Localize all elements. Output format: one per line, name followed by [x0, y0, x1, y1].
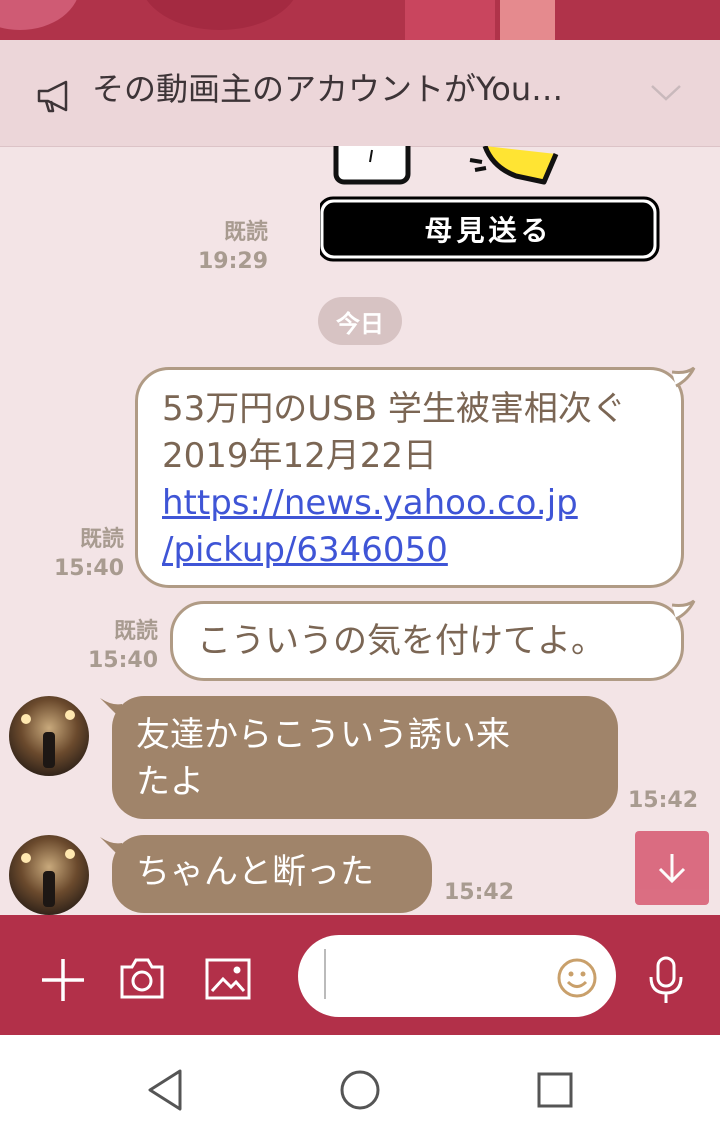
message-text: 53万円のUSB 学生被害相次ぐ 2019年12月22日 — [162, 389, 626, 476]
message-meta: 既読 15:40 — [86, 617, 158, 675]
megaphone-icon — [37, 80, 68, 113]
incoming-message-bubble[interactable]: ちゃんと断った — [112, 835, 432, 913]
header-background — [0, 0, 720, 40]
outgoing-message-bubble[interactable]: 53万円のUSB 学生被害相次ぐ 2019年12月22日 https://new… — [135, 367, 684, 588]
link-line-2[interactable]: /pickup/6346050 — [162, 527, 662, 574]
camera-icon[interactable] — [118, 955, 166, 1001]
message-text: ちゃんと断った — [136, 852, 374, 892]
avatar[interactable] — [9, 696, 89, 776]
scroll-to-bottom-button[interactable] — [635, 831, 709, 905]
incoming-message-bubble[interactable]: 友達からこういう誘い来 たよ — [112, 696, 618, 819]
outgoing-message-bubble[interactable]: こういうの気を付けてよ。 — [170, 601, 684, 681]
plus-icon[interactable] — [38, 955, 88, 1005]
message-meta: 既読 15:40 — [52, 525, 124, 583]
read-receipt: 既読 — [223, 220, 268, 245]
sticker-meta: 既読 19:29 — [196, 218, 268, 276]
home-icon[interactable] — [338, 1068, 382, 1112]
back-icon[interactable] — [144, 1067, 186, 1113]
timestamp: 19:29 — [197, 249, 268, 274]
read-receipt: 既読 — [113, 619, 158, 644]
image-icon[interactable] — [204, 957, 252, 1001]
avatar[interactable] — [9, 835, 89, 915]
recents-icon[interactable] — [535, 1070, 575, 1110]
date-divider: 今日 — [318, 297, 402, 345]
message-link[interactable]: https://news.yahoo.co.jp /pickup/6346050 — [162, 480, 662, 574]
link-line-1[interactable]: https://news.yahoo.co.jp — [162, 480, 662, 527]
message-input[interactable] — [322, 949, 546, 1005]
chevron-down-icon[interactable] — [648, 82, 684, 104]
emoji-icon[interactable] — [556, 957, 598, 999]
message-input-box[interactable] — [298, 935, 616, 1017]
timestamp: 15:40 — [53, 556, 124, 581]
announcement-bar[interactable]: その動画主のアカウントがYou… — [0, 40, 720, 147]
announcement-text: その動画主のアカウントがYou… — [92, 70, 564, 108]
sticker-caption: 母見送る — [424, 213, 553, 247]
timestamp: 15:42 — [628, 788, 699, 813]
read-receipt: 既読 — [79, 527, 124, 552]
microphone-icon[interactable] — [646, 955, 686, 1005]
message-text-line-1: 友達からこういう誘い来 — [136, 715, 510, 755]
timestamp: 15:40 — [87, 648, 158, 673]
system-navigation-bar — [0, 1035, 720, 1143]
bubble-tail — [672, 599, 696, 621]
message-text: こういうの気を付けてよ。 — [197, 621, 605, 661]
bubble-tail — [672, 366, 696, 388]
text-cursor — [324, 949, 326, 999]
arrow-down-icon — [658, 854, 686, 884]
timestamp: 15:42 — [444, 880, 515, 905]
message-text-line-2: たよ — [136, 762, 204, 802]
